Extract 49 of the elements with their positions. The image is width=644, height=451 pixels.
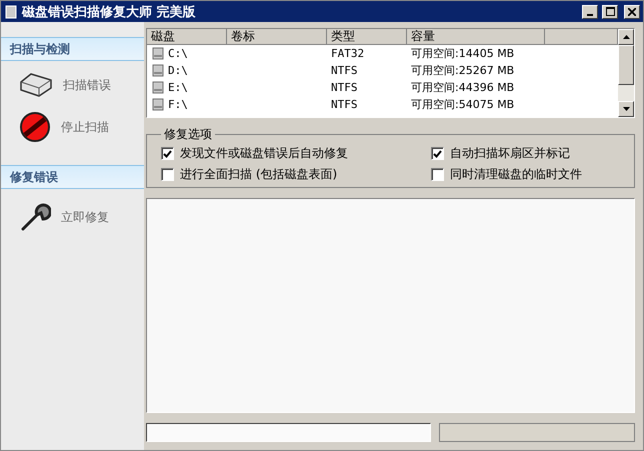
checkbox[interactable]: [431, 168, 444, 181]
column-header[interactable]: 卷标: [227, 29, 327, 45]
table-cell-text: NTFS: [330, 81, 358, 94]
option-label: 进行全面扫描 (包括磁盘表面): [180, 166, 338, 183]
column-header[interactable]: 容量: [407, 29, 545, 45]
table-cell-text: 可用空间:14405 MB: [410, 46, 516, 61]
close-button[interactable]: [624, 4, 640, 18]
table-cell-text: FAT32: [330, 47, 366, 60]
app-icon: [4, 4, 18, 18]
option-label: 发现文件或磁盘错误后自动修复: [180, 145, 348, 162]
stop-ball-icon: [19, 111, 51, 143]
table-cell: F:\: [168, 98, 188, 111]
drive-icon: [151, 47, 165, 60]
table-cell-text: 可用空间:25267 MB: [410, 63, 516, 78]
checkbox[interactable]: [431, 147, 444, 160]
maximize-button[interactable]: [602, 4, 618, 18]
wrench-icon: [19, 201, 51, 233]
option-label: 自动扫描坏扇区并标记: [450, 145, 570, 162]
window-title: 磁盘错误扫描修复大师 完美版: [22, 4, 197, 20]
table-cell-text: NTFS: [330, 64, 358, 77]
up-arrow-icon: [622, 35, 630, 39]
drive-icon: [151, 81, 165, 94]
input-field[interactable]: [146, 423, 431, 442]
drive-icon: [151, 64, 165, 77]
down-arrow-icon: [622, 107, 630, 111]
drive-icon: [151, 98, 165, 111]
minimize-icon: [587, 14, 593, 16]
section-title: 修复错误: [10, 168, 58, 186]
sidebar-link[interactable]: 立即修复: [61, 208, 109, 226]
section-title: 扫描与检测: [10, 40, 70, 58]
table-cell-text: 可用空间:54075 MB: [410, 97, 516, 112]
column-header[interactable]: 磁盘: [147, 29, 227, 45]
table-cell-text: NTFS: [330, 98, 358, 111]
scrollbar[interactable]: [618, 29, 634, 117]
close-icon: [628, 8, 636, 16]
checkbox[interactable]: [161, 168, 174, 181]
hard-drive-icon: [19, 72, 53, 98]
minimize-button[interactable]: [582, 4, 598, 18]
table-cell: E:\: [168, 81, 188, 94]
sidebar-link[interactable]: 停止扫描: [61, 118, 109, 136]
option-label: 同时清理磁盘的临时文件: [450, 166, 582, 183]
column-header[interactable]: 类型: [327, 29, 407, 45]
checkbox[interactable]: [161, 147, 174, 160]
table-cell-text: 可用空间:44396 MB: [410, 80, 516, 95]
group-title: 修复选项: [163, 126, 213, 143]
table-cell: C:\: [168, 47, 188, 60]
maximize-icon: [606, 7, 614, 16]
table-cell: D:\: [168, 64, 188, 77]
sidebar-link[interactable]: 扫描错误: [63, 76, 111, 94]
